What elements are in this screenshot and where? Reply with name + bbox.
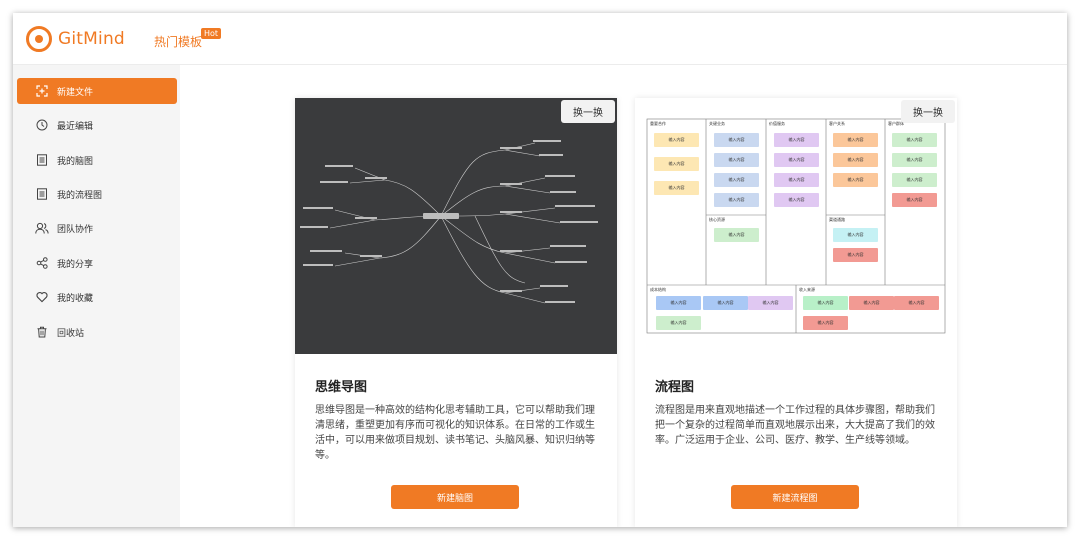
sidebar-item-my-flowcharts[interactable]: 我的流程图 xyxy=(17,181,177,207)
canvas-input-box: 输入内容 xyxy=(803,296,848,310)
hot-badge: Hot xyxy=(201,28,222,39)
new-flowchart-button[interactable]: 新建流程图 xyxy=(731,485,859,509)
canvas-input-box: 输入内容 xyxy=(714,228,759,242)
canvas-input-box: 输入内容 xyxy=(774,153,819,167)
clock-icon xyxy=(35,118,49,132)
sidebar-item-label: 我的流程图 xyxy=(57,190,103,201)
sidebar-item-label: 新建文件 xyxy=(57,87,94,98)
canvas-input-box: 输入内容 xyxy=(714,133,759,147)
canvas-input-box: 输入内容 xyxy=(656,316,701,330)
sidebar-item-label: 我的脑图 xyxy=(57,156,94,167)
swap-button[interactable]: 换一换 xyxy=(901,100,955,123)
card-title: 思维导图 xyxy=(315,380,368,395)
logo-icon xyxy=(26,26,52,52)
canvas-input-box: 输入内容 xyxy=(714,193,759,207)
canvas-mid-head: 核心资源 xyxy=(709,217,725,222)
sidebar-item-favorites[interactable]: 我的收藏 xyxy=(17,284,177,310)
canvas-input-box: 输入内容 xyxy=(833,173,878,187)
template-card-mindmap: 换一换 思维导图 思维导图是一种高效的结构化思考辅助工具，它可以帮助我们理清思绪… xyxy=(295,98,617,527)
sidebar-item-label: 回收站 xyxy=(57,328,85,339)
sidebar-item-label: 最近编辑 xyxy=(57,121,94,132)
new-file-icon xyxy=(35,84,49,98)
template-card-flowchart: 重要合作 关键业务 价值服务 客户关系 客户群体 核心资源 渠道通路 成本结构 … xyxy=(635,98,957,527)
canvas-bottom-head: 收入来源 xyxy=(799,287,815,292)
canvas-input-box: 输入内容 xyxy=(892,133,937,147)
app-window: GitMind 热门模板 Hot 新建文件 最近编辑 我的脑图 我的流程图 团队… xyxy=(13,13,1067,527)
sidebar-item-recent[interactable]: 最近编辑 xyxy=(17,112,177,138)
top-bar: GitMind 热门模板 Hot xyxy=(13,13,1067,65)
canvas-input-box: 输入内容 xyxy=(833,248,878,262)
sidebar-item-label: 团队协作 xyxy=(57,224,94,235)
canvas-input-box: 输入内容 xyxy=(892,153,937,167)
canvas-col-head: 关键业务 xyxy=(709,121,725,126)
sidebar-item-team[interactable]: 团队协作 xyxy=(17,215,177,241)
canvas-input-box: 输入内容 xyxy=(774,133,819,147)
canvas-input-box: 输入内容 xyxy=(833,133,878,147)
flowchart-doc-icon xyxy=(35,187,49,201)
canvas-input-box: 输入内容 xyxy=(849,296,894,310)
canvas-input-box: 输入内容 xyxy=(892,193,937,207)
swap-button[interactable]: 换一换 xyxy=(561,100,615,123)
gitmind-logo[interactable]: GitMind xyxy=(26,26,125,52)
canvas-input-box: 输入内容 xyxy=(748,296,793,310)
canvas-input-box: 输入内容 xyxy=(656,296,701,310)
logo-text: GitMind xyxy=(58,29,125,49)
sidebar-item-new-file[interactable]: 新建文件 xyxy=(17,78,177,104)
canvas-input-box: 输入内容 xyxy=(894,296,939,310)
canvas-input-box: 输入内容 xyxy=(774,193,819,207)
canvas-input-box: 输入内容 xyxy=(703,296,748,310)
canvas-input-box: 输入内容 xyxy=(774,173,819,187)
team-icon xyxy=(35,221,49,235)
mindmap-preview[interactable]: 换一换 xyxy=(295,98,617,354)
flowchart-preview[interactable]: 重要合作 关键业务 价值服务 客户关系 客户群体 核心资源 渠道通路 成本结构 … xyxy=(635,98,957,354)
canvas-input-box: 输入内容 xyxy=(654,157,699,171)
sidebar-item-label: 我的收藏 xyxy=(57,293,94,304)
canvas-input-box: 输入内容 xyxy=(654,133,699,147)
card-description: 流程图是用来直观地描述一个工作过程的具体步骤图，帮助我们把一个复杂的过程简单而直… xyxy=(655,405,935,446)
mindmap-doc-icon xyxy=(35,153,49,167)
canvas-col-head: 重要合作 xyxy=(650,121,666,126)
sidebar: 新建文件 最近编辑 我的脑图 我的流程图 团队协作 我的分享 我的收藏 回收站 xyxy=(13,65,180,527)
nav-hot-templates[interactable]: 热门模板 xyxy=(154,33,202,50)
main-content: 换一换 思维导图 思维导图是一种高效的结构化思考辅助工具，它可以帮助我们理清思绪… xyxy=(180,65,1067,527)
card-description: 思维导图是一种高效的结构化思考辅助工具，它可以帮助我们理清思绪，重塑更加有序而可… xyxy=(315,405,595,461)
canvas-col-head: 客户关系 xyxy=(829,121,845,126)
canvas-col-head: 价值服务 xyxy=(769,121,785,126)
sidebar-item-label: 我的分享 xyxy=(57,259,94,270)
canvas-input-box: 输入内容 xyxy=(892,173,937,187)
canvas-input-box: 输入内容 xyxy=(833,153,878,167)
card-title: 流程图 xyxy=(655,380,695,395)
canvas-bottom-head: 成本结构 xyxy=(650,287,666,292)
sidebar-item-trash[interactable]: 回收站 xyxy=(17,319,177,345)
sidebar-item-my-mindmaps[interactable]: 我的脑图 xyxy=(17,147,177,173)
canvas-input-box: 输入内容 xyxy=(714,173,759,187)
canvas-input-box: 输入内容 xyxy=(803,316,848,330)
sidebar-item-share[interactable]: 我的分享 xyxy=(17,250,177,276)
canvas-input-box: 输入内容 xyxy=(833,228,878,242)
canvas-input-box: 输入内容 xyxy=(714,153,759,167)
canvas-mid-head: 渠道通路 xyxy=(829,217,845,222)
trash-icon xyxy=(35,325,49,339)
canvas-input-box: 输入内容 xyxy=(654,181,699,195)
new-mindmap-button[interactable]: 新建脑图 xyxy=(391,485,519,509)
heart-icon xyxy=(35,290,49,304)
share-icon xyxy=(35,256,49,270)
